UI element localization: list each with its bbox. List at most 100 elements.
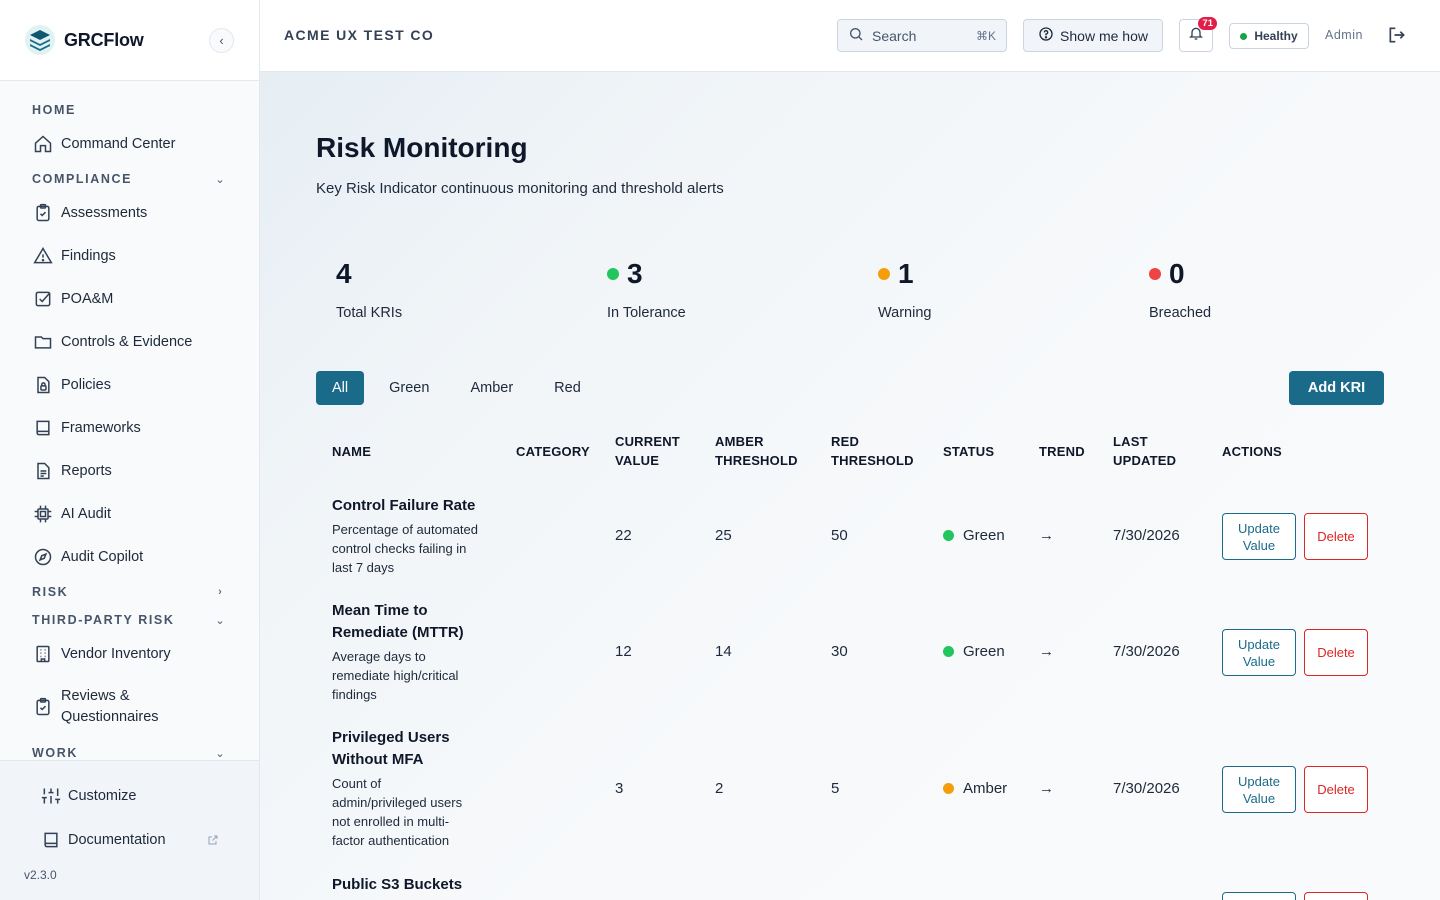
sidebar-item-frameworks[interactable]: Frameworks bbox=[32, 417, 235, 439]
chevron-down-icon: ⌄ bbox=[215, 173, 225, 186]
delete-button[interactable]: Delete bbox=[1304, 513, 1368, 560]
desc-line: Average days to bbox=[332, 649, 426, 664]
update-value-button[interactable] bbox=[1222, 892, 1296, 900]
section-risk[interactable]: RISK › bbox=[32, 582, 227, 602]
desc-line: Percentage of automated bbox=[332, 522, 478, 537]
filter-green[interactable]: Green bbox=[373, 371, 445, 405]
label-line: Questionnaires bbox=[61, 709, 159, 725]
search-input[interactable]: Search ⌘K bbox=[837, 19, 1007, 52]
filter-red[interactable]: Red bbox=[538, 371, 597, 405]
stat-value: 3 bbox=[627, 258, 643, 289]
section-home: HOME bbox=[32, 100, 227, 120]
brand-header: GRCFlow ‹ bbox=[0, 0, 259, 81]
header-line: UPDATED bbox=[1113, 453, 1177, 468]
header-category[interactable]: CATEGORY bbox=[516, 442, 590, 461]
update-value-button[interactable]: Update Value bbox=[1222, 629, 1296, 676]
header-status[interactable]: STATUS bbox=[943, 442, 994, 461]
top-bar: ACME UX TEST CO Search ⌘K Show me how 71… bbox=[260, 0, 1440, 72]
kri-name[interactable]: Privileged Users Without MFA bbox=[332, 727, 492, 771]
filter-amber[interactable]: Amber bbox=[454, 371, 529, 405]
button-line: Update bbox=[1238, 773, 1280, 789]
status-label: Green bbox=[963, 643, 1005, 660]
documentation-link[interactable]: Documentation bbox=[40, 829, 166, 851]
search-icon bbox=[848, 26, 872, 45]
notification-count-badge: 71 bbox=[1198, 17, 1217, 30]
section-third-party-risk[interactable]: THIRD-PARTY RISK ⌄ bbox=[32, 610, 227, 630]
sidebar-item-reviews-questionnaires[interactable]: Reviews & Questionnaires bbox=[32, 686, 235, 728]
sidebar-item-controls-evidence[interactable]: Controls & Evidence bbox=[32, 331, 235, 353]
sidebar-item-vendor-inventory[interactable]: Vendor Inventory bbox=[32, 643, 235, 665]
header-last-updated[interactable]: LAST UPDATED bbox=[1113, 432, 1176, 470]
chevron-right-icon: › bbox=[218, 586, 222, 598]
header-amber-threshold[interactable]: AMBER THRESHOLD bbox=[715, 432, 798, 470]
sidebar-item-command-center[interactable]: Command Center bbox=[32, 133, 235, 155]
health-status-badge[interactable]: Healthy bbox=[1229, 23, 1309, 49]
sliders-icon bbox=[40, 785, 62, 807]
delete-button[interactable]: Delete bbox=[1304, 629, 1368, 676]
document-lock-icon bbox=[32, 374, 54, 396]
show-me-how-label: Show me how bbox=[1060, 27, 1148, 44]
filter-all[interactable]: All bbox=[316, 371, 365, 405]
section-work[interactable]: WORK ⌄ bbox=[32, 743, 227, 761]
stat-in-tolerance: 3 In Tolerance bbox=[607, 257, 686, 321]
last-updated: 7/30/2026 bbox=[1113, 643, 1180, 660]
customize-link[interactable]: Customize bbox=[40, 785, 137, 807]
compass-icon bbox=[32, 546, 54, 568]
red-dot bbox=[1149, 268, 1161, 280]
section-label: RISK bbox=[32, 585, 69, 599]
amber-threshold: 2 bbox=[715, 780, 724, 797]
header-trend[interactable]: TREND bbox=[1039, 442, 1085, 461]
user-role[interactable]: Admin bbox=[1325, 28, 1363, 42]
status-badge: Amber bbox=[943, 780, 1007, 797]
building-icon bbox=[32, 643, 54, 665]
sidebar-item-poam[interactable]: POA&M bbox=[32, 288, 235, 310]
kri-name[interactable]: Mean Time to Remediate (MTTR) bbox=[332, 600, 492, 644]
show-me-how-button[interactable]: Show me how bbox=[1023, 19, 1163, 52]
collapse-sidebar-button[interactable]: ‹ bbox=[209, 28, 234, 53]
sidebar-item-audit-copilot[interactable]: Audit Copilot bbox=[32, 546, 235, 568]
sidebar-item-reports[interactable]: Reports bbox=[32, 460, 235, 482]
button-line: Update bbox=[1238, 636, 1280, 652]
sidebar-item-policies[interactable]: Policies bbox=[32, 374, 235, 396]
search-placeholder: Search bbox=[872, 27, 917, 44]
delete-button[interactable] bbox=[1304, 892, 1368, 900]
stat-total-kris: 4 Total KRIs bbox=[336, 257, 402, 321]
name-line: Without MFA bbox=[332, 751, 424, 768]
sidebar-item-findings[interactable]: Findings bbox=[32, 245, 235, 267]
notifications-button[interactable]: 71 bbox=[1179, 17, 1217, 52]
section-compliance[interactable]: COMPLIANCE ⌄ bbox=[32, 169, 227, 189]
organization-name: ACME UX TEST CO bbox=[284, 27, 435, 43]
documentation-label: Documentation bbox=[68, 832, 166, 848]
status-badge: Green bbox=[943, 527, 1005, 544]
update-value-button[interactable]: Update Value bbox=[1222, 766, 1296, 813]
current-value: 3 bbox=[615, 780, 624, 797]
last-updated: 7/30/2026 bbox=[1113, 527, 1180, 544]
header-red-threshold[interactable]: RED THRESHOLD bbox=[831, 432, 914, 470]
stat-breached: 0 Breached bbox=[1149, 257, 1211, 321]
logout-icon[interactable] bbox=[1387, 25, 1407, 50]
kri-name[interactable]: Public S3 Buckets bbox=[332, 874, 492, 896]
folder-icon bbox=[32, 331, 54, 353]
chevron-left-icon: ‹ bbox=[219, 33, 224, 48]
kri-name[interactable]: Control Failure Rate bbox=[332, 495, 492, 517]
status-label: Green bbox=[963, 527, 1005, 544]
amber-threshold: 14 bbox=[715, 643, 732, 660]
name-line: Mean Time to bbox=[332, 602, 428, 619]
sidebar-item-label: Frameworks bbox=[61, 420, 141, 436]
sidebar-item-assessments[interactable]: Assessments bbox=[32, 202, 235, 224]
green-dot bbox=[607, 268, 619, 280]
status-filter-tabs: All Green Amber Red bbox=[316, 371, 606, 405]
sidebar-item-label: Audit Copilot bbox=[61, 549, 144, 565]
update-value-button[interactable]: Update Value bbox=[1222, 513, 1296, 560]
header-line: THRESHOLD bbox=[715, 453, 798, 468]
header-name[interactable]: NAME bbox=[332, 442, 371, 461]
sidebar-item-label: AI Audit bbox=[61, 506, 111, 522]
amber-threshold: 25 bbox=[715, 527, 732, 544]
header-current-value[interactable]: CURRENT VALUE bbox=[615, 432, 680, 470]
cpu-chip-icon bbox=[32, 503, 54, 525]
add-kri-button[interactable]: Add KRI bbox=[1289, 371, 1384, 405]
delete-button[interactable]: Delete bbox=[1304, 766, 1368, 813]
sidebar-item-ai-audit[interactable]: AI Audit bbox=[32, 503, 235, 525]
home-icon bbox=[32, 133, 54, 155]
chevron-down-icon: ⌄ bbox=[215, 614, 225, 627]
